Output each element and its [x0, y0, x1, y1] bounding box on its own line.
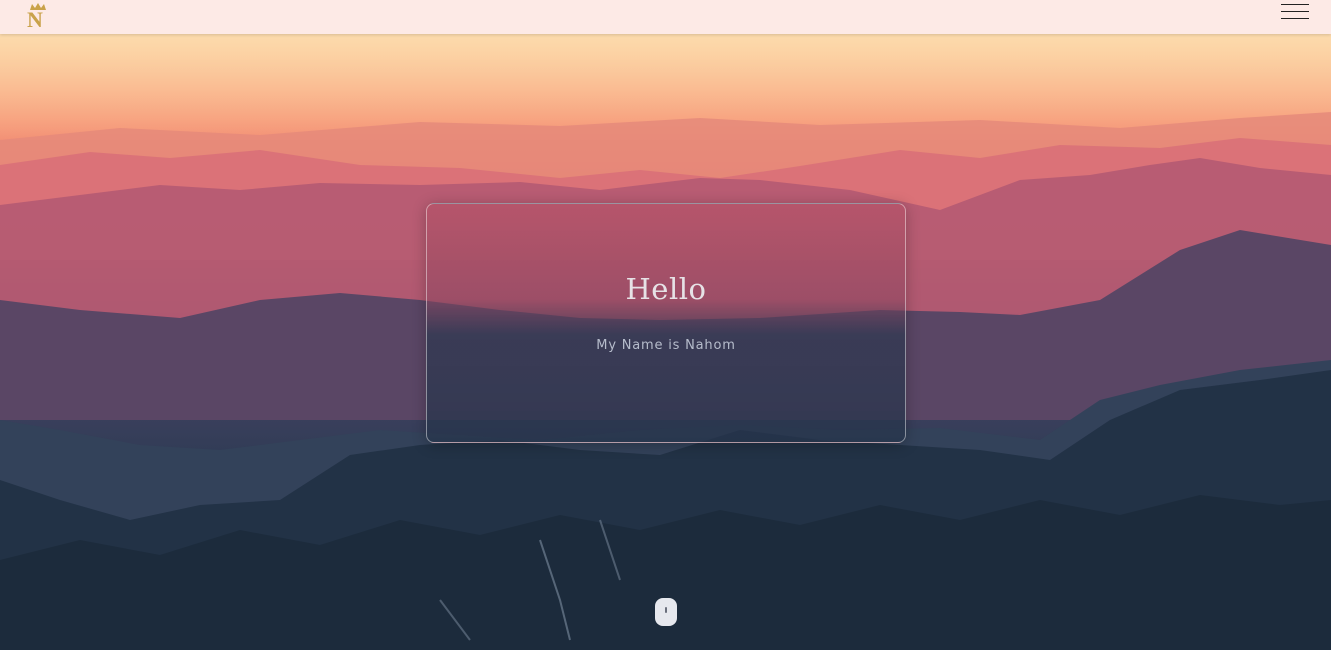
site-logo[interactable]: N [24, 3, 52, 31]
menu-line [1281, 11, 1309, 12]
scroll-mouse-icon[interactable] [655, 598, 677, 626]
hero-subtitle: My Name is Nahom [596, 338, 736, 353]
navbar: N [0, 0, 1331, 34]
menu-line [1281, 18, 1309, 19]
menu-line [1281, 4, 1309, 5]
logo-letter: N [27, 7, 43, 32]
hamburger-menu-button[interactable] [1281, 4, 1309, 22]
intro-card: Hello My Name is Nahom [426, 203, 906, 443]
page: N Hello My Name is Nahom [0, 0, 1331, 650]
scroll-wheel [665, 607, 667, 613]
hero-title: Hello [625, 272, 707, 306]
